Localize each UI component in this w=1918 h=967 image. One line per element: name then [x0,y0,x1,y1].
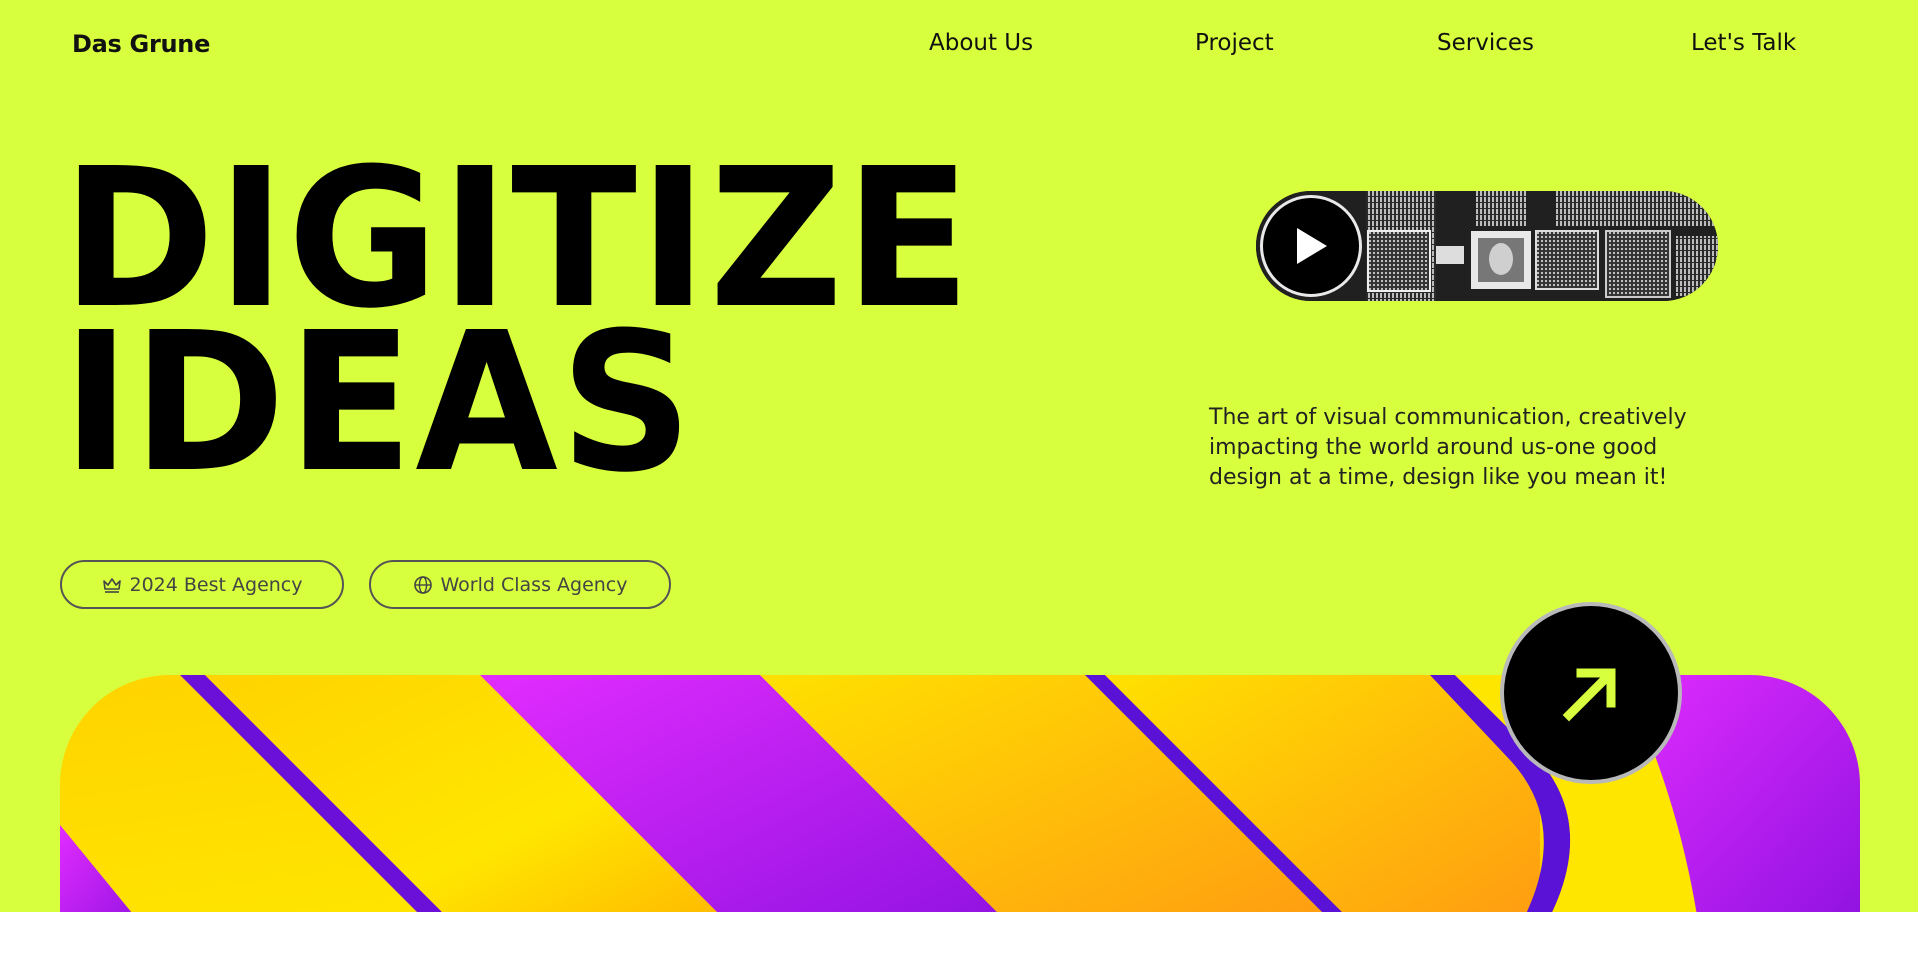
video-thumbnail[interactable] [1256,191,1718,301]
badge-world-class-label: World Class Agency [440,573,628,596]
badge-best-agency-label: 2024 Best Agency [129,573,303,596]
badge-world-class[interactable]: World Class Agency [369,560,671,609]
hero-title: DIGITIZE IDEAS [62,144,973,500]
hero-page: Das Grune About Us Project Services Let'… [0,0,1918,912]
arrow-cta-button[interactable] [1500,602,1682,784]
badge-best-agency[interactable]: 2024 Best Agency [60,560,344,609]
nav-link-lets-talk[interactable]: Let's Talk [1691,30,1796,56]
nav-link-about-us[interactable]: About Us [929,30,1033,56]
nav-link-services[interactable]: Services [1437,30,1534,56]
nav-link-project[interactable]: Project [1195,30,1274,56]
play-button[interactable] [1260,195,1362,297]
hero-description: The art of visual communication, creativ… [1209,405,1687,490]
brand-logo[interactable]: Das Grune [72,30,210,58]
play-icon [1297,228,1327,264]
crown-icon [102,577,121,593]
globe-icon [413,575,432,594]
arrow-up-right-icon [1562,668,1616,722]
